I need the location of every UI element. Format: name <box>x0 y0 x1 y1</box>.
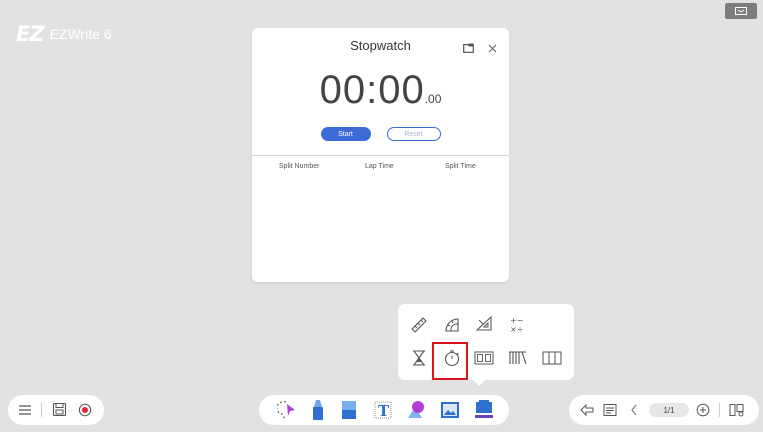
calculator-operators-icon[interactable]: +− ×÷ <box>508 314 528 334</box>
page-indicator: 1/1 <box>649 403 689 417</box>
eraser-icon[interactable] <box>340 399 358 421</box>
stopwatch-display: 00:00.00 <box>252 68 509 113</box>
reset-button[interactable]: Reset <box>386 127 441 141</box>
page-manager-icon[interactable] <box>729 403 745 417</box>
screen-icon <box>735 6 747 15</box>
notes-icon[interactable] <box>603 403 617 417</box>
save-icon[interactable] <box>52 402 67 417</box>
svg-text:T: T <box>378 402 390 420</box>
navigation-toolbar: 1/1 <box>569 395 759 425</box>
column-lap-time: Lap Time <box>365 163 394 170</box>
pen-icon[interactable] <box>310 398 326 422</box>
scoreboard-icon[interactable] <box>474 348 494 368</box>
popout-icon[interactable] <box>463 40 474 58</box>
left-toolbar <box>8 395 104 425</box>
column-layout-icon[interactable] <box>542 348 562 368</box>
time-main: 00:00 <box>319 68 425 112</box>
app-name: EZWrite 6 <box>49 26 112 42</box>
set-square-icon[interactable] <box>474 314 494 334</box>
lasso-select-icon[interactable] <box>277 399 299 421</box>
logo-mark: EZ <box>16 22 45 46</box>
image-icon[interactable] <box>439 399 461 421</box>
toolbox-icon[interactable] <box>473 398 495 422</box>
close-icon[interactable] <box>488 40 497 58</box>
stopwatch-panel: Stopwatch 00:00.00 Start Reset Split Num… <box>252 28 509 282</box>
svg-text:×÷: ×÷ <box>510 325 523 333</box>
text-icon[interactable]: T <box>372 399 394 421</box>
time-ms: .00 <box>424 92 442 106</box>
ruler-icon[interactable] <box>409 314 429 334</box>
svg-text:+−: +− <box>510 316 523 325</box>
column-split-time: Split Time <box>445 163 476 170</box>
start-button[interactable]: Start <box>320 127 371 141</box>
shapes-icon[interactable] <box>405 399 427 421</box>
selected-tool-highlight <box>432 342 468 380</box>
previous-page-icon[interactable] <box>629 403 639 417</box>
record-icon[interactable] <box>78 403 92 417</box>
menu-icon[interactable] <box>18 403 32 417</box>
divider <box>252 155 509 156</box>
main-toolbar: T <box>259 395 509 425</box>
hourglass-icon[interactable] <box>409 348 429 368</box>
add-page-icon[interactable] <box>696 403 710 417</box>
screen-mode-button[interactable] <box>725 3 757 19</box>
app-logo: EZ EZWrite 6 <box>16 22 112 46</box>
protractor-icon[interactable] <box>442 314 462 334</box>
tools-popup: +− ×÷ <box>398 304 574 386</box>
curtain-icon[interactable] <box>508 348 528 368</box>
column-split-number: Split Number <box>279 163 320 170</box>
back-icon[interactable] <box>579 403 595 417</box>
